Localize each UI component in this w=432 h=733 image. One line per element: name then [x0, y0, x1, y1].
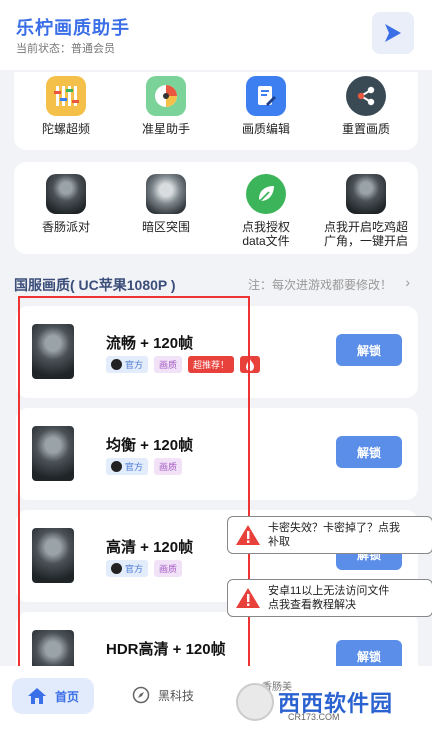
- app-header: 乐柠画质助手 当前状态：普通会员: [0, 0, 432, 70]
- nav-home-label: 首页: [54, 689, 79, 704]
- tool-label: 香肠派对: [41, 220, 90, 234]
- watermark-subtext: CR173.COM: [288, 712, 340, 722]
- leaf-icon: [246, 174, 286, 214]
- sausage-party-icon: [46, 174, 86, 214]
- tool-arena-breakout[interactable]: 暗区突围: [116, 174, 216, 234]
- tag-official: 官方: [106, 356, 149, 373]
- section-title: 国服画质( UC苹果1080P ): [14, 277, 176, 293]
- item-thumbnail: [32, 324, 74, 379]
- tool-reset-quality[interactable]: 重置画质: [316, 76, 416, 136]
- toast-android11[interactable]: 安卓11以上无法访问文件 点我查看教程解决: [227, 579, 432, 617]
- tag-official: 官方: [106, 458, 149, 475]
- gyroscope-sliders-icon: [46, 76, 86, 116]
- item-tags: 官方 画质: [106, 560, 183, 577]
- tool-label: 点我开启吃鸡超 广角，一键开启: [323, 220, 408, 248]
- tool-gyroscope-overclock[interactable]: 陀螺超频: [16, 76, 116, 136]
- share-nodes-icon: [346, 76, 386, 116]
- play-button[interactable]: [372, 12, 414, 54]
- toast-text: 卡密失效？卡密掉了？点我 补取: [268, 522, 400, 548]
- unlock-button[interactable]: 解锁: [336, 334, 402, 366]
- edit-document-icon: [246, 76, 286, 116]
- warning-icon: [228, 524, 268, 546]
- item-name: 均衡 + 120帧: [106, 437, 194, 454]
- item-name: 高清 + 120帧: [106, 539, 194, 556]
- tool-quality-edit[interactable]: 画质编辑: [216, 76, 316, 136]
- tool-label: 暗区突围: [141, 220, 190, 234]
- section-note[interactable]: 注：每次进游戏都要修改！: [248, 276, 392, 293]
- toast-card-key[interactable]: 卡密失效？卡密掉了？点我 补取: [227, 516, 432, 554]
- tool-label: 点我授权 data文件: [241, 220, 290, 248]
- nav-tech-label: 黑科技: [158, 688, 195, 703]
- unlock-button[interactable]: 解锁: [336, 436, 402, 468]
- home-icon: [27, 688, 46, 704]
- tools-row-1: 陀螺超频 准星助手 画质编辑 重置画质: [14, 72, 418, 150]
- fire-icon: [240, 356, 261, 373]
- tool-crosshair-assistant[interactable]: 准星助手: [116, 76, 216, 136]
- official-avatar-icon: [111, 563, 122, 574]
- tool-label: 陀螺超频: [41, 122, 90, 136]
- item-name: HDR高清 + 120帧: [106, 641, 226, 658]
- official-avatar-icon: [111, 461, 122, 472]
- app-title: 乐柠画质助手: [16, 18, 130, 38]
- tag-recommended: 超推荐！: [188, 356, 235, 373]
- warning-icon: [228, 587, 268, 609]
- tag-quality: 画质: [154, 458, 183, 475]
- play-icon: [385, 24, 401, 42]
- item-thumbnail: [32, 426, 74, 481]
- tools-row-2: 香肠派对 暗区突围 点我授权 data文件 点我开启吃鸡超 广角，一键开启: [14, 162, 418, 254]
- watermark-badge-icon: [236, 683, 274, 721]
- item-tags: 官方 画质: [106, 458, 183, 475]
- tag-official: 官方: [106, 560, 149, 577]
- arena-breakout-icon: [146, 174, 186, 214]
- tool-label: 重置画质: [341, 122, 390, 136]
- watermark-logo: 西西软件园 CR173.COM: [236, 680, 414, 724]
- member-status: 当前状态：普通会员: [16, 43, 115, 55]
- compass-icon: [132, 686, 150, 704]
- tag-quality: 画质: [154, 356, 183, 373]
- wide-angle-icon: [346, 174, 386, 214]
- crosshair-pie-icon: [146, 76, 186, 116]
- tool-authorize-data[interactable]: 点我授权 data文件: [216, 174, 316, 248]
- toast-text: 安卓11以上无法访问文件 点我查看教程解决: [268, 585, 390, 611]
- chevron-right-icon[interactable]: ›: [405, 274, 410, 290]
- item-tags: 官方 画质 超推荐！: [106, 356, 261, 373]
- official-avatar-icon: [111, 359, 122, 370]
- item-thumbnail: [32, 528, 74, 583]
- nav-home[interactable]: 首页: [12, 678, 94, 714]
- tool-sausage-party[interactable]: 香肠派对: [16, 174, 116, 234]
- tool-label: 准星助手: [141, 122, 190, 136]
- quality-item: 流畅 + 120帧 官方 画质 超推荐！ 解锁: [16, 306, 418, 398]
- tool-label: 画质编辑: [241, 122, 290, 136]
- quality-item: 均衡 + 120帧 官方 画质 解锁: [16, 408, 418, 500]
- item-name: 流畅 + 120帧: [106, 335, 194, 352]
- tag-quality: 画质: [154, 560, 183, 577]
- tool-wide-angle[interactable]: 点我开启吃鸡超 广角，一键开启: [316, 174, 416, 248]
- nav-black-tech[interactable]: 黑科技: [132, 686, 194, 704]
